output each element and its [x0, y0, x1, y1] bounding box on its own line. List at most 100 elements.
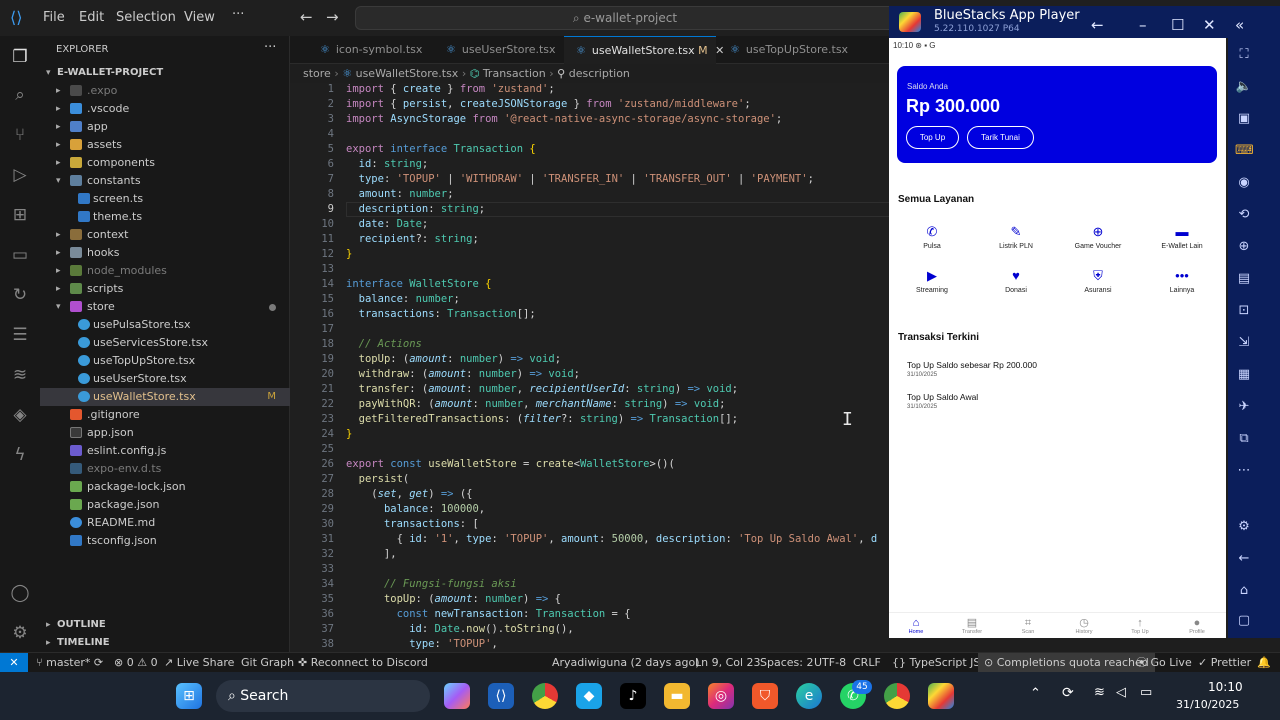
service-donasi[interactable]: ♥ Donasi: [985, 269, 1047, 295]
breadcrumb-file[interactable]: useWalletStore.tsx: [356, 67, 459, 80]
tree-item-usewalletstore[interactable]: useWalletStore.tsx M: [40, 388, 290, 406]
sync-icon[interactable]: ⟳: [1062, 685, 1074, 701]
live-share-icon[interactable]: ↻: [9, 284, 31, 306]
more-icon[interactable]: ⋯: [1235, 462, 1253, 480]
cursor-position[interactable]: Ln 9, Col 23: [695, 653, 761, 672]
extensions-icon[interactable]: ⊞: [9, 204, 31, 226]
service-listrik[interactable]: ✎ Listrik PLN: [985, 225, 1047, 251]
tree-item-assets[interactable]: ▸ assets: [40, 136, 290, 154]
tree-item-useservicesstore[interactable]: useServicesStore.tsx: [40, 334, 290, 352]
back-icon[interactable]: ←: [1235, 550, 1253, 568]
tree-item-vscode[interactable]: ▸ .vscode: [40, 100, 290, 118]
branch-indicator[interactable]: ⑂ master* ⟳: [36, 653, 103, 672]
tree-item-scripts[interactable]: ▸ scripts: [40, 280, 290, 298]
back-arrow-icon[interactable]: ←: [300, 8, 313, 26]
close-icon[interactable]: ✕: [1203, 16, 1216, 34]
menu-selection[interactable]: Selection: [116, 10, 176, 25]
nav-transfer[interactable]: ▤ Transfer: [952, 617, 992, 635]
tree-item-eslint-config[interactable]: eslint.config.js: [40, 442, 290, 460]
service-lainnya[interactable]: ••• Lainnya: [1151, 269, 1213, 295]
tab-usetopupstore[interactable]: ⚛ useTopUpStore.tsx: [718, 36, 858, 64]
command-center-search[interactable]: ⌕ e-wallet-project: [355, 6, 895, 30]
clock-time[interactable]: 10:10: [1208, 680, 1243, 694]
prettier-status[interactable]: ✓ Prettier: [1198, 653, 1251, 672]
notifications-icon[interactable]: 🔔: [1257, 653, 1271, 672]
nav-profile[interactable]: ● Profile: [1177, 617, 1217, 635]
media-icon[interactable]: ▦: [1235, 366, 1253, 384]
volume-icon[interactable]: ◁: [1116, 685, 1126, 700]
bluestacks-icon[interactable]: [928, 683, 954, 709]
breadcrumb-store[interactable]: store: [303, 67, 331, 80]
tree-item-node-modules[interactable]: ▸ node_modules: [40, 262, 290, 280]
resize-icon[interactable]: ⇲: [1235, 334, 1253, 352]
tree-item-useuserstore[interactable]: useUserStore.tsx: [40, 370, 290, 388]
copilot-status[interactable]: ⊙ Completions quota reached: [978, 653, 1155, 672]
taskbar-search[interactable]: ⌕ Search: [216, 680, 430, 712]
lightning-icon[interactable]: ϟ: [9, 444, 31, 466]
windows-start-icon[interactable]: ⊞: [176, 683, 202, 709]
remote-explorer-icon[interactable]: ▭: [9, 244, 31, 266]
project-root[interactable]: ▾ E-WALLET-PROJECT: [40, 64, 290, 82]
instagram-icon[interactable]: ◎: [708, 683, 734, 709]
encoding[interactable]: UTF-8: [814, 653, 846, 672]
transaction-description[interactable]: Top Up Saldo sebesar Rp 200.000: [907, 360, 1037, 370]
tree-item-app-json[interactable]: app.json: [40, 424, 290, 442]
tree-item-store[interactable]: ▾ store: [40, 298, 290, 316]
transaction-description[interactable]: Top Up Saldo Awal: [907, 392, 978, 402]
nav-history[interactable]: ◷ History: [1064, 617, 1104, 635]
tiktok-icon[interactable]: ♪: [620, 683, 646, 709]
copilot-icon[interactable]: [444, 683, 470, 709]
tree-item-context[interactable]: ▸ context: [40, 226, 290, 244]
gear-icon[interactable]: ⚙: [9, 622, 31, 644]
service-asuransi[interactable]: ⛨ Asuransi: [1067, 269, 1129, 295]
screen-icon[interactable]: ▣: [1235, 110, 1253, 128]
git-graph-button[interactable]: Git Graph: [241, 653, 294, 672]
tab-useuserstore[interactable]: ⚛ useUserStore.tsx: [434, 36, 562, 64]
code-editor[interactable]: 1 2 3 4 5 6 7 8 9 10 11 12 13 14 15 16 17 18 19 20 21 22 23 24 2…: [290, 83, 890, 652]
airplane-icon[interactable]: ✈: [1235, 398, 1253, 416]
rotate-icon[interactable]: ⟲: [1235, 206, 1253, 224]
discord-button[interactable]: ✜ Reconnect to Discord: [298, 653, 428, 672]
collapse-sidebar-icon[interactable]: «: [1235, 16, 1244, 34]
menu-file[interactable]: File: [43, 10, 65, 25]
brave-icon[interactable]: ⛉: [752, 683, 778, 709]
fullscreen-icon[interactable]: ⛶: [1235, 46, 1253, 64]
timeline-section[interactable]: ▸ TIMELINE: [40, 634, 290, 652]
gear-icon[interactable]: ⚙: [1235, 518, 1253, 536]
edge-icon[interactable]: e: [796, 683, 822, 709]
outline-section[interactable]: ▸ OUTLINE: [40, 616, 290, 634]
clock-date[interactable]: 31/10/2025: [1176, 698, 1239, 711]
search-icon[interactable]: ⌕: [9, 84, 31, 106]
cube-icon[interactable]: ◈: [9, 404, 31, 426]
live-share-button[interactable]: ↗ Live Share: [164, 653, 234, 672]
tree-item-theme-ts[interactable]: theme.ts: [40, 208, 290, 226]
minimize-icon[interactable]: –: [1139, 16, 1147, 34]
gamepad-icon[interactable]: ⊕: [1235, 238, 1253, 256]
git-blame[interactable]: Aryadiwiguna (2 days ago): [552, 653, 700, 672]
chrome-icon[interactable]: [532, 683, 558, 709]
tree-item-expo-env[interactable]: expo-env.d.ts: [40, 460, 290, 478]
go-live-button[interactable]: ⦿ Go Live: [1136, 653, 1192, 672]
service-game-voucher[interactable]: ⊕ Game Voucher: [1067, 225, 1129, 251]
keyboard-icon[interactable]: ⌨: [1235, 142, 1254, 160]
tab-usewalletstore[interactable]: ⚛ useWalletStore.tsx M ✕: [564, 36, 724, 64]
tree-item-hooks[interactable]: ▸ hooks: [40, 244, 290, 262]
record-icon[interactable]: ◉: [1235, 174, 1253, 192]
menu-view[interactable]: View: [184, 10, 215, 25]
indentation[interactable]: Spaces: 2: [760, 653, 813, 672]
volume-icon[interactable]: 🔈: [1235, 78, 1253, 96]
chrome-profile-icon[interactable]: [884, 683, 910, 709]
problems-indicator[interactable]: ⊗ 0 ⚠ 0: [114, 653, 158, 672]
more-menu-icon[interactable]: ···: [232, 7, 244, 22]
tree-item-tsconfig[interactable]: tsconfig.json: [40, 532, 290, 550]
tree-item-package-lock[interactable]: package-lock.json: [40, 478, 290, 496]
tree-item-screen-ts[interactable]: screen.ts: [40, 190, 290, 208]
database-icon[interactable]: ☰: [9, 324, 31, 346]
tree-item-gitignore[interactable]: .gitignore: [40, 406, 290, 424]
battery-icon[interactable]: ▭: [1140, 685, 1152, 700]
service-ewallet[interactable]: ▬ E-Wallet Lain: [1151, 225, 1213, 251]
chevron-up-icon[interactable]: ⌃: [1030, 686, 1041, 701]
language-mode[interactable]: {} TypeScript JSX: [892, 653, 988, 672]
tree-item-constants[interactable]: ▾ constants: [40, 172, 290, 190]
explorer-icon[interactable]: ❐: [9, 46, 31, 68]
